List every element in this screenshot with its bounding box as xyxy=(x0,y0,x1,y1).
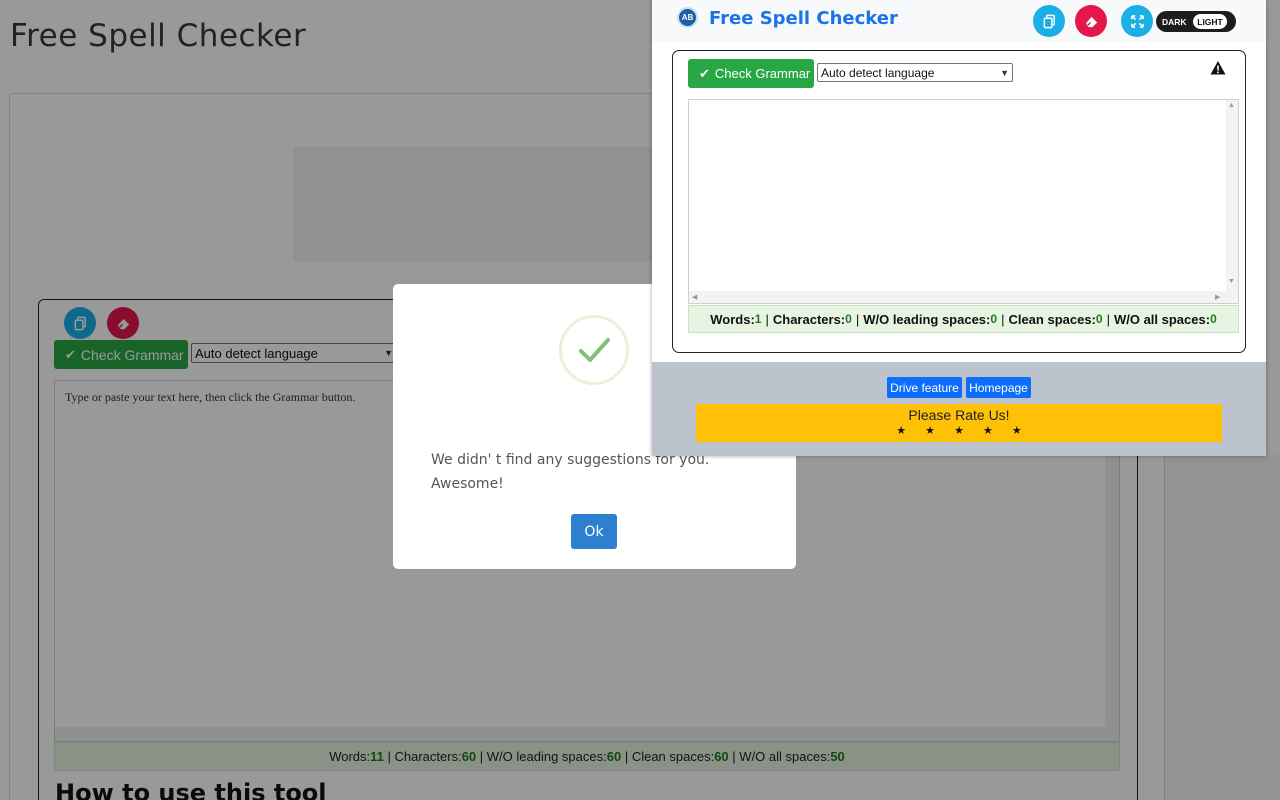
theme-toggle[interactable]: DARK LIGHT xyxy=(1156,11,1236,32)
drive-feature-button[interactable]: Drive feature xyxy=(887,377,962,398)
app-logo-icon: AB xyxy=(677,7,698,28)
popup-footer: Drive feature Homepage Please Rate Us! ★… xyxy=(652,362,1266,456)
popup-text-editor[interactable]: ▲ ▼ ◀ ▶ xyxy=(688,99,1239,304)
chevron-down-icon: ▼ xyxy=(1000,67,1009,78)
popup-check-grammar-button[interactable]: ✔ Check Grammar xyxy=(688,59,814,88)
popup-vertical-scrollbar[interactable]: ▲ ▼ xyxy=(1226,100,1238,291)
words-label: Words: xyxy=(710,311,755,327)
check-icon xyxy=(579,338,610,362)
popup-expand-button[interactable] xyxy=(1121,5,1153,37)
lead-count: 0 xyxy=(990,312,998,326)
popup-language-select[interactable]: Auto detect language ▼ xyxy=(817,63,1013,82)
ok-button[interactable]: Ok xyxy=(571,514,617,549)
popup-language-value: Auto detect language xyxy=(821,65,935,80)
popup-check-grammar-label: Check Grammar xyxy=(714,66,811,81)
words-count: 1 xyxy=(754,312,762,326)
toggle-dark-label: DARK xyxy=(1162,17,1187,27)
expand-icon xyxy=(1130,14,1144,28)
all-count: 0 xyxy=(1210,312,1217,326)
scroll-up-icon[interactable]: ▲ xyxy=(1228,102,1235,109)
scroll-down-icon[interactable]: ▼ xyxy=(1228,278,1235,285)
popup-header: AB Free Spell Checker DARK LIGHT xyxy=(652,0,1266,42)
success-badge xyxy=(559,315,629,385)
popup-title: Free Spell Checker xyxy=(709,8,898,29)
eraser-icon xyxy=(1085,16,1097,27)
popup-stats-bar: Words: 1 | Characters: 0 | W/O leading space… xyxy=(688,305,1239,333)
all-label: W/O all spaces: xyxy=(1113,311,1211,327)
popup-copy-button[interactable] xyxy=(1033,5,1065,37)
rate-us-label: Please Rate Us! xyxy=(908,407,1010,423)
lead-label: W/O leading spaces: xyxy=(863,311,991,327)
rating-stars[interactable]: ★ ★ ★ ★ ★ xyxy=(696,424,1222,437)
double-check-icon: ✔ xyxy=(699,65,710,81)
copy-icon xyxy=(1043,14,1055,28)
chars-label: Characters: xyxy=(772,311,846,327)
rate-us-banner[interactable]: Please Rate Us! ★ ★ ★ ★ ★ xyxy=(696,404,1222,442)
clean-count: 0 xyxy=(1095,312,1103,326)
chars-count: 0 xyxy=(845,312,852,326)
toggle-light-label: LIGHT xyxy=(1193,14,1227,29)
extension-popup: AB Free Spell Checker DARK LIGHT ✔ Check… xyxy=(652,0,1266,456)
popup-clear-button[interactable] xyxy=(1075,5,1107,37)
warning-icon[interactable] xyxy=(1210,60,1226,76)
scroll-left-icon[interactable]: ◀ xyxy=(692,293,697,301)
clean-label: Clean spaces: xyxy=(1008,311,1096,327)
scroll-right-icon[interactable]: ▶ xyxy=(1215,293,1220,301)
popup-horizontal-scrollbar[interactable]: ◀ ▶ xyxy=(689,291,1238,303)
homepage-button[interactable]: Homepage xyxy=(966,377,1031,398)
